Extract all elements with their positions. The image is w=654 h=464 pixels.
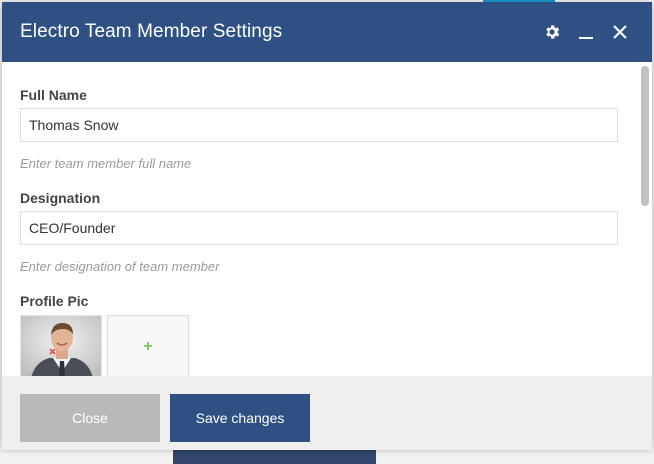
full-name-label: Full Name xyxy=(20,87,87,103)
close-icon[interactable] xyxy=(610,22,630,42)
full-name-input[interactable] xyxy=(20,108,618,142)
plus-icon: + xyxy=(143,337,153,355)
designation-hint: Enter designation of team member xyxy=(20,259,220,274)
modal-title: Electro Team Member Settings xyxy=(20,21,283,42)
save-changes-button[interactable]: Save changes xyxy=(170,394,310,442)
modal-footer: Close Save changes xyxy=(2,376,652,450)
modal-scrollbar[interactable] xyxy=(641,66,649,370)
modal-header: Electro Team Member Settings xyxy=(2,2,652,62)
settings-modal: Electro Team Member Settings Full Name E… xyxy=(2,2,652,450)
minimize-icon[interactable] xyxy=(576,22,596,42)
designation-label: Designation xyxy=(20,190,101,206)
profile-pic-label: Profile Pic xyxy=(20,293,89,309)
header-controls xyxy=(542,2,630,62)
add-profile-pic-button[interactable]: + xyxy=(107,315,189,376)
designation-input[interactable] xyxy=(20,211,618,245)
close-button[interactable]: Close xyxy=(20,394,160,442)
scrollbar-thumb[interactable] xyxy=(641,66,649,206)
modal-body: Full Name Enter team member full name De… xyxy=(2,62,652,376)
profile-pic-thumbnail[interactable] xyxy=(20,315,102,376)
gear-icon[interactable] xyxy=(542,22,562,42)
full-name-hint: Enter team member full name xyxy=(20,156,192,171)
